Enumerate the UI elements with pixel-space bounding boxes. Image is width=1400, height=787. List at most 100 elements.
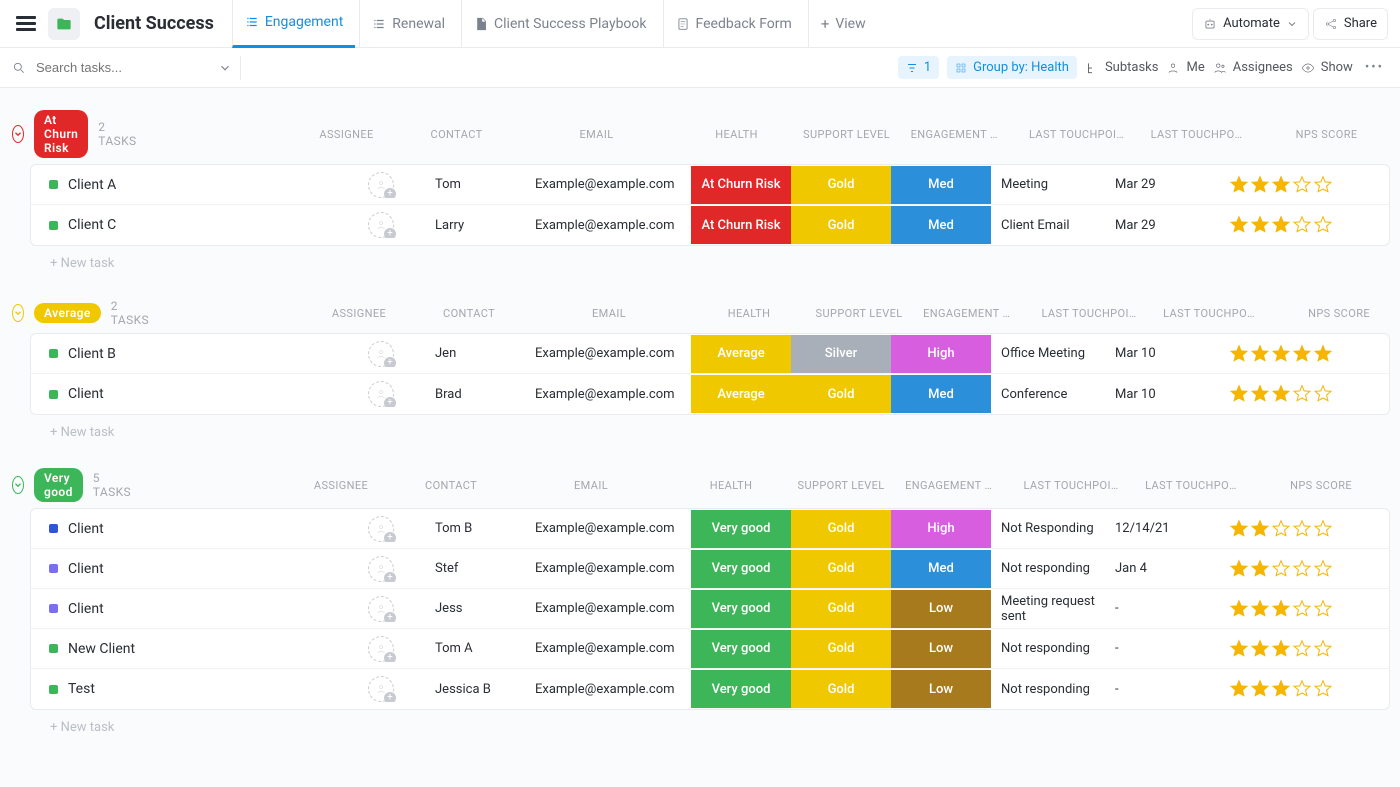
touchpoint2-cell[interactable]: Mar 29 <box>1111 218 1211 233</box>
touchpoint1-cell[interactable]: Not responding <box>991 641 1111 656</box>
task-name[interactable]: Client <box>68 386 104 402</box>
column-header[interactable]: EMAIL <box>529 307 689 320</box>
health-cell[interactable]: Average <box>691 335 791 373</box>
task-name[interactable]: Test <box>68 681 95 697</box>
tab-feedback[interactable]: Feedback Form <box>663 0 804 48</box>
status-dot[interactable] <box>49 644 58 653</box>
support-cell[interactable]: Gold <box>791 550 891 588</box>
group-badge[interactable]: Very good <box>34 468 83 502</box>
assignee-cell[interactable] <box>331 636 431 662</box>
chevron-down-icon[interactable] <box>218 61 232 75</box>
subtasks-toggle[interactable]: Subtasks <box>1085 60 1159 75</box>
avatar-add-icon[interactable] <box>368 556 394 582</box>
engagement-cell[interactable]: Med <box>891 550 991 588</box>
contact-cell[interactable]: Jessica B <box>431 682 531 697</box>
show-menu[interactable]: Show <box>1301 60 1353 75</box>
avatar-add-icon[interactable] <box>368 212 394 238</box>
group-badge[interactable]: Average <box>34 303 101 323</box>
touchpoint2-cell[interactable]: Mar 10 <box>1111 387 1211 402</box>
task-name[interactable]: New Client <box>68 641 135 657</box>
assignee-cell[interactable] <box>331 341 431 367</box>
engagement-cell[interactable]: Med <box>891 166 991 204</box>
nps-cell[interactable] <box>1211 559 1351 579</box>
table-row[interactable]: Client Jess Example@example.com Very goo… <box>31 589 1389 629</box>
assignee-cell[interactable] <box>331 596 431 622</box>
tab-playbook[interactable]: Client Success Playbook <box>461 0 658 48</box>
column-header[interactable]: HEALTH <box>681 479 781 492</box>
contact-cell[interactable]: Jen <box>431 346 531 361</box>
email-cell[interactable]: Example@example.com <box>531 387 691 402</box>
avatar-add-icon[interactable] <box>368 381 394 407</box>
groupby-chip[interactable]: Group by: Health <box>947 56 1077 79</box>
share-button[interactable]: Share <box>1313 8 1388 40</box>
column-header[interactable]: HEALTH <box>687 128 787 141</box>
column-header[interactable]: ENGAGEMENT L… <box>919 307 1019 320</box>
nps-cell[interactable] <box>1211 599 1351 619</box>
collapse-toggle[interactable] <box>12 304 24 322</box>
filter-chip[interactable]: 1 <box>898 56 939 79</box>
touchpoint2-cell[interactable]: 12/14/21 <box>1111 521 1211 536</box>
touchpoint1-cell[interactable]: Not responding <box>991 682 1111 697</box>
contact-cell[interactable]: Larry <box>431 218 531 233</box>
support-cell[interactable]: Gold <box>791 375 891 413</box>
column-header[interactable]: ASSIGNEE <box>297 128 397 141</box>
touchpoint2-cell[interactable]: Mar 10 <box>1111 346 1211 361</box>
status-dot[interactable] <box>49 604 58 613</box>
status-dot[interactable] <box>49 221 58 230</box>
status-dot[interactable] <box>49 349 58 358</box>
column-header[interactable]: SUPPORT LEVEL <box>809 307 909 320</box>
status-dot[interactable] <box>49 524 58 533</box>
column-header[interactable]: CONTACT <box>407 128 507 141</box>
column-header[interactable]: LAST TOUCHPOI… <box>1159 307 1259 320</box>
column-header[interactable]: LAST TOUCHPOI… <box>1147 128 1247 141</box>
health-cell[interactable]: Very good <box>691 510 791 548</box>
support-cell[interactable]: Gold <box>791 510 891 548</box>
new-task-button[interactable]: + New task <box>10 415 1390 444</box>
column-header[interactable]: SUPPORT LEVEL <box>797 128 897 141</box>
table-row[interactable]: Test Jessica B Example@example.com Very … <box>31 669 1389 709</box>
assignees-toggle[interactable]: Assignees <box>1213 60 1293 75</box>
nps-cell[interactable] <box>1211 639 1351 659</box>
touchpoint1-cell[interactable]: Not responding <box>991 561 1111 576</box>
assignee-cell[interactable] <box>331 381 431 407</box>
new-task-button[interactable]: + New task <box>10 246 1390 275</box>
assignee-cell[interactable] <box>331 676 431 702</box>
column-header[interactable]: LAST TOUCHPOI… <box>1011 479 1131 492</box>
avatar-add-icon[interactable] <box>368 676 394 702</box>
health-cell[interactable]: Very good <box>691 550 791 588</box>
touchpoint2-cell[interactable]: - <box>1111 641 1211 656</box>
engagement-cell[interactable]: Low <box>891 670 991 708</box>
status-dot[interactable] <box>49 180 58 189</box>
health-cell[interactable]: Very good <box>691 630 791 668</box>
assignee-cell[interactable] <box>331 556 431 582</box>
touchpoint1-cell[interactable]: Client Email <box>991 218 1111 233</box>
health-cell[interactable]: Very good <box>691 590 791 628</box>
task-name[interactable]: Client <box>68 561 104 577</box>
email-cell[interactable]: Example@example.com <box>531 641 691 656</box>
assignee-cell[interactable] <box>331 516 431 542</box>
column-header[interactable]: ENGAGEMENT L… <box>901 479 1001 492</box>
touchpoint1-cell[interactable]: Meeting <box>991 177 1111 192</box>
column-header[interactable]: ENGAGEMENT L… <box>907 128 1007 141</box>
menu-icon[interactable] <box>12 12 40 35</box>
email-cell[interactable]: Example@example.com <box>531 601 691 616</box>
collapse-toggle[interactable] <box>12 125 24 143</box>
email-cell[interactable]: Example@example.com <box>531 177 691 192</box>
column-header[interactable]: LAST TOUCHPOI… <box>1029 307 1149 320</box>
task-name[interactable]: Client <box>68 521 104 537</box>
engagement-cell[interactable]: Med <box>891 206 991 244</box>
table-row[interactable]: Client Tom B Example@example.com Very go… <box>31 509 1389 549</box>
status-dot[interactable] <box>49 685 58 694</box>
column-header[interactable]: EMAIL <box>511 479 671 492</box>
support-cell[interactable]: Gold <box>791 166 891 204</box>
column-header[interactable]: LAST TOUCHPOI… <box>1141 479 1241 492</box>
search-input[interactable] <box>34 59 194 76</box>
email-cell[interactable]: Example@example.com <box>531 682 691 697</box>
engagement-cell[interactable]: Med <box>891 375 991 413</box>
me-filter[interactable]: Me <box>1166 60 1204 75</box>
more-menu[interactable]: ••• <box>1361 60 1388 75</box>
column-header[interactable]: NPS SCORE <box>1257 128 1397 141</box>
contact-cell[interactable]: Jess <box>431 601 531 616</box>
avatar-add-icon[interactable] <box>368 636 394 662</box>
table-row[interactable]: Client C Larry Example@example.com At Ch… <box>31 205 1389 245</box>
